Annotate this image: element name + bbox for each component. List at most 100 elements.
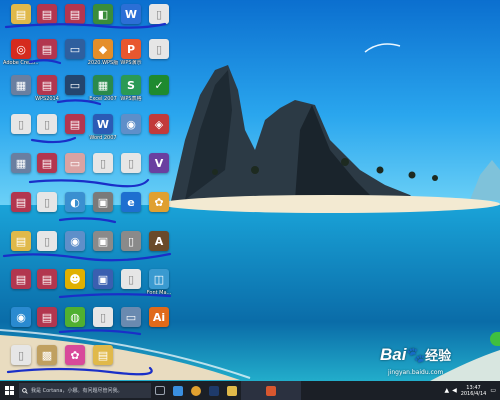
desktop-icon-glyph: ▤ [11,192,31,212]
desktop-icon-glyph: ▣ [93,192,113,212]
clock[interactable]: 13:47 2016/4/14 [461,385,487,397]
taskbar-apps [151,381,301,400]
desktop-icon-glyph: V [149,153,169,173]
taskbar-app[interactable] [223,381,241,400]
desktop-icon[interactable]: ✓ [142,75,176,96]
system-tray: ▲ ◀ 13:47 2016/4/14 ▭ [444,381,500,400]
edge-icon [173,385,183,396]
desktop-icon-glyph: ▯ [149,39,169,59]
desktop-icon-glyph: ◫ [149,269,169,289]
watermark-brand: Bai [380,345,407,364]
desktop-icon-glyph: ▤ [37,39,57,59]
watermark-url: jingyan.baidu.com [388,369,444,376]
desktop-icon-caption: Adobe Creati... [3,60,39,66]
desktop-icon-glyph: ◉ [121,114,141,134]
desktop-icon-glyph: ◧ [93,4,113,24]
desktop-icon-glyph: ▯ [121,269,141,289]
desktop-icon-glyph: ◆ [93,39,113,59]
network-icon[interactable]: ▲ [444,387,449,394]
desktop-icon-glyph: ▯ [11,345,31,365]
desktop-icon-glyph: ▯ [37,231,57,251]
desktop-icon-glyph: ▩ [37,345,57,365]
desktop-icon-glyph: Ai [149,307,169,327]
clock-date: 2016/4/14 [460,390,487,397]
desktop-icon-glyph: ▦ [11,153,31,173]
desktop-icon-glyph: ✓ [149,75,169,95]
paw-icon: 🐾 [406,346,426,364]
side-handle[interactable] [490,332,500,346]
desktop-icon-glyph: ▯ [93,307,113,327]
desktop-icon-glyph: ▤ [37,75,57,95]
desktop-icon-glyph: P [121,39,141,59]
search-icon [22,387,28,394]
desktop-icon-glyph: ▭ [121,307,141,327]
desktop-icon-glyph: ▯ [37,114,57,134]
desktop-icon-glyph: ▣ [93,269,113,289]
desktop-icon-caption: WPS表格 [120,96,142,102]
desktop-icon-glyph: ▤ [37,153,57,173]
taskbar-app[interactable] [151,381,169,400]
desktop-icon[interactable]: ◫ Font Ma... [142,269,176,296]
desktop-icon-glyph: ✿ [65,345,85,365]
baidu-jingyan-watermark: Bai🐾经验 jingyan.baidu.com [380,345,452,376]
desktop-icon[interactable]: ▯ [142,4,176,25]
desktop-icon-glyph: ◐ [65,192,85,212]
desktop-icon[interactable]: A [142,231,176,252]
taskbar-app[interactable] [241,381,301,400]
taskbar-app[interactable] [169,381,187,400]
desktop-icon-glyph: ▭ [65,75,85,95]
desktop-icon-glyph: ▤ [11,269,31,289]
desktop-icon[interactable]: ✿ [142,192,176,213]
desktop-icon-glyph: ◉ [65,231,85,251]
desktop-icon-glyph: ▭ [65,39,85,59]
desktop-icon-glyph: ▤ [37,269,57,289]
folder-icon [227,385,237,396]
desktop-icon[interactable]: Ai [142,307,176,328]
desktop-icon-glyph: ▤ [65,4,85,24]
desktop-icon-glyph: ▯ [93,153,113,173]
desktop-icon-glyph: ▯ [121,153,141,173]
desktop-icon-glyph: e [121,192,141,212]
desktop-icon-glyph: ▤ [11,231,31,251]
desktop-icon-glyph: ▭ [65,153,85,173]
desktop-icon-glyph: ◎ [11,39,31,59]
desktop-icon-glyph: ☻ [65,269,85,289]
photoshop-icon [209,385,219,396]
desktop-icon-glyph: ▦ [93,75,113,95]
desktop-icon-glyph: ✿ [149,192,169,212]
desktop-icon-glyph: W [121,4,141,24]
app-icon [266,385,276,396]
windows-logo-icon [4,386,14,395]
desktop-icon-glyph: ▯ [11,114,31,134]
cortana-search-box[interactable]: 我是 Cortana，小娜。有问题尽管问我。 [19,383,151,398]
desktop-icon-glyph: ▦ [11,75,31,95]
start-button[interactable] [0,381,18,400]
desktop-icon-glyph: ▣ [93,231,113,251]
desktop-icon-caption: Word 2007 [89,135,117,141]
desktop-icon-glyph: ▤ [93,345,113,365]
desktop-icon-caption: WPS演示 [120,60,142,66]
desktop-icon-glyph: A [149,231,169,251]
desktop-icon-glyph: ▤ [37,4,57,24]
desktop-icon[interactable]: ▯ [142,39,176,60]
task-view-icon [155,386,165,395]
desktop-icon-glyph: ▯ [37,192,57,212]
desktop-icon[interactable]: ◈ [142,114,176,135]
desktop-icon-glyph: ▤ [37,307,57,327]
search-placeholder: 我是 Cortana，小娜。有问题尽管问我。 [31,388,123,394]
desktop-icon[interactable]: ▤ [86,345,120,366]
desktop-icon-glyph: ▤ [65,114,85,134]
desktop-icon-glyph: ▯ [149,4,169,24]
chrome-icon [191,385,201,396]
notification-icon[interactable]: ▭ [490,387,496,394]
desktop-icon-caption: WPS2014 [35,96,59,102]
desktop-icon[interactable]: V [142,153,176,174]
desktop-icon-glyph: ◍ [65,307,85,327]
taskbar-app[interactable] [187,381,205,400]
taskbar-app[interactable] [205,381,223,400]
desktop[interactable]: ▤ ▤ ▤ ◧ W ▯ ◎ Adobe Creati... ▤ ▭ ◆ 2020.WPS版 P WPS演示… [0,0,500,400]
volume-icon[interactable]: ◀ [452,387,457,394]
watermark-brand-cn: 经验 [425,348,452,363]
desktop-icon-glyph: ▤ [11,4,31,24]
desktop-icon-glyph: W [93,114,113,134]
